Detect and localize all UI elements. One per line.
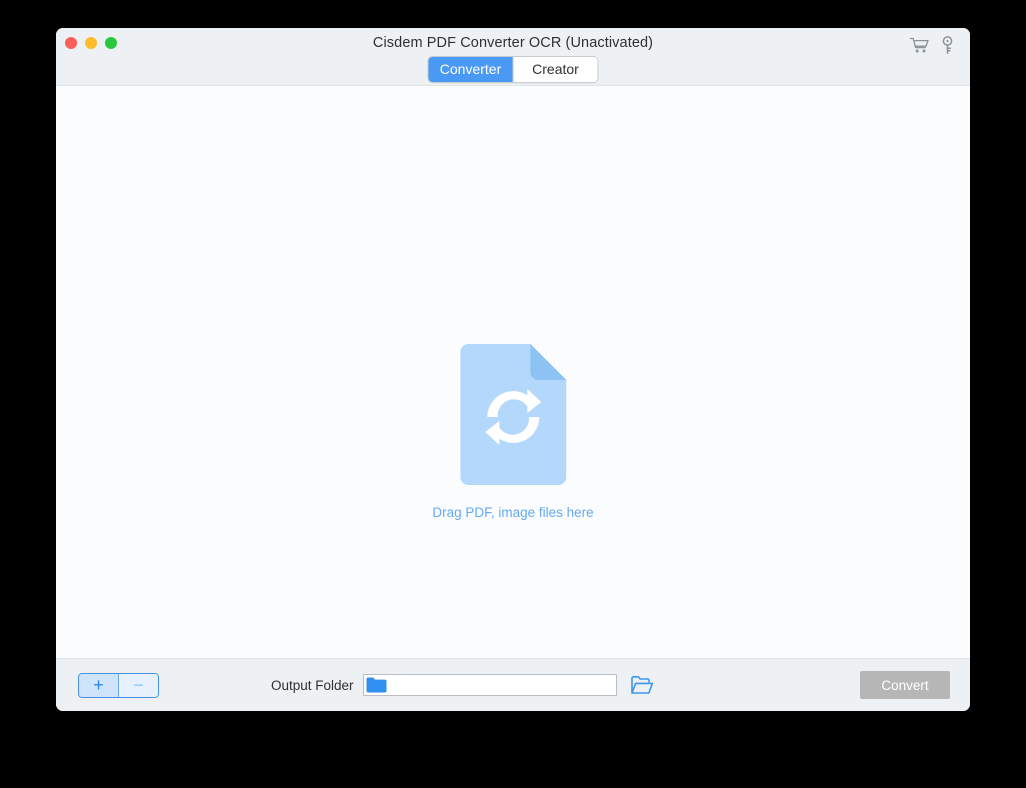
- key-icon[interactable]: [942, 36, 953, 55]
- output-folder-label: Output Folder: [271, 677, 354, 693]
- pdf-convert-document-icon: [459, 344, 566, 485]
- drop-hint-text: Drag PDF, image files here: [432, 505, 594, 520]
- window-title: Cisdem PDF Converter OCR (Unactivated): [372, 35, 654, 51]
- open-folder-icon: [630, 675, 653, 695]
- shopping-cart-icon[interactable]: [910, 37, 929, 54]
- tab-creator[interactable]: Creator: [512, 57, 598, 82]
- add-remove-button-group: + −: [78, 672, 159, 698]
- minus-icon: −: [133, 674, 144, 695]
- remove-file-button[interactable]: −: [118, 673, 158, 697]
- output-folder-input[interactable]: [362, 674, 617, 696]
- mode-tab-group: Converter Creator: [427, 56, 599, 83]
- title-bar: Cisdem PDF Converter OCR (Unactivated) C…: [56, 28, 970, 86]
- application-window: Cisdem PDF Converter OCR (Unactivated) C…: [56, 28, 970, 711]
- title-bar-actions: [910, 36, 953, 55]
- output-folder-row: Output Folder: [271, 674, 653, 696]
- plus-icon: +: [93, 674, 104, 695]
- file-drop-area[interactable]: Drag PDF, image files here: [56, 86, 970, 658]
- folder-icon: [366, 677, 387, 693]
- browse-folder-button[interactable]: [630, 675, 653, 695]
- add-file-button[interactable]: +: [79, 673, 118, 697]
- bottom-toolbar: + − Output Folder Convert: [56, 658, 970, 711]
- tab-converter[interactable]: Converter: [428, 57, 513, 82]
- convert-button[interactable]: Convert: [860, 671, 950, 699]
- drop-zone-content: Drag PDF, image files here: [432, 344, 594, 520]
